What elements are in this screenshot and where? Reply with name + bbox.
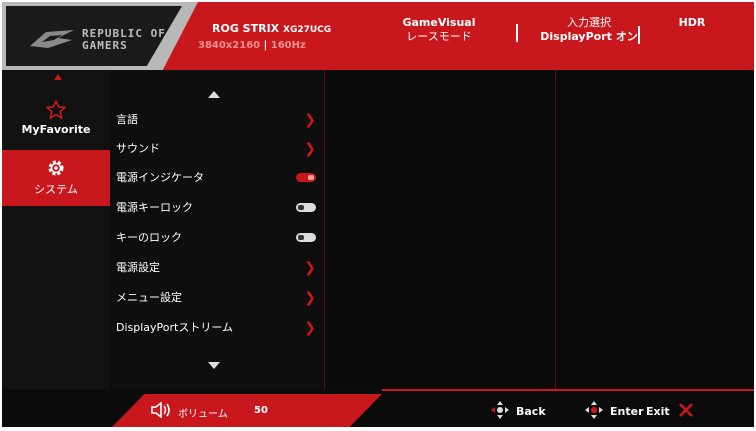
header-separator: [638, 26, 640, 44]
menu-item-power-key-lock[interactable]: 電源キーロック: [116, 194, 320, 222]
menu-item-label: サウンド: [116, 142, 160, 155]
refresh-rate: 160Hz: [270, 40, 306, 51]
menu-item-label: メニュー設定: [116, 291, 182, 304]
gamevisual-title: GameVisual: [402, 16, 476, 29]
menu-scroll-up-icon[interactable]: [208, 91, 220, 98]
menu-item-label: キーのロック: [116, 231, 182, 244]
volume-value: 50: [254, 405, 268, 416]
nav-item-myfavorite[interactable]: MyFavorite: [2, 96, 110, 152]
joystick-back-icon: [491, 401, 509, 419]
chevron-right-icon: ❯: [304, 290, 316, 306]
nav-item-label: MyFavorite: [21, 123, 91, 136]
enter-label[interactable]: Enter: [610, 405, 644, 418]
gear-icon: [48, 160, 64, 176]
monitor-osd: REPUBLIC OF GAMERS ROG STRIX XG27UCG 384…: [2, 2, 754, 427]
nav-item-label: システム: [34, 183, 78, 196]
exit-label[interactable]: Exit: [646, 405, 670, 418]
resolution: 3840x2160: [198, 40, 261, 51]
hdr-status: HDR: [678, 16, 706, 29]
menu-item-label: 電源インジケータ: [116, 171, 204, 184]
menu-item-power-settings[interactable]: 電源設定 ❯: [116, 254, 320, 282]
speaker-icon: [151, 402, 170, 418]
rog-logo: REPUBLIC OF GAMERS: [2, 2, 198, 70]
menu-item-label: DisplayPortストリーム: [116, 321, 234, 334]
volume-label: ボリューム: [178, 409, 228, 420]
chevron-right-icon: ❯: [304, 260, 316, 276]
submenu-panel-3: [555, 70, 754, 389]
close-icon[interactable]: [678, 402, 694, 418]
brand-line2: GAMERS: [82, 39, 128, 52]
nav-up-arrow-icon[interactable]: [54, 74, 62, 80]
gamevisual-value: レースモード: [406, 30, 472, 43]
key-lock-toggle[interactable]: [296, 233, 316, 242]
nav-item-system[interactable]: システム: [2, 150, 110, 206]
model-name: ROG STRIX: [212, 22, 280, 35]
chevron-right-icon: ❯: [304, 112, 316, 128]
menu-item-label: 電源キーロック: [116, 201, 193, 214]
menu-item-label: 電源設定: [116, 261, 160, 274]
menu-item-label: 言語: [116, 113, 138, 126]
menu-item-key-lock[interactable]: キーのロック: [116, 224, 320, 252]
menu-item-menu-settings[interactable]: メニュー設定 ❯: [116, 284, 320, 312]
chevron-right-icon: ❯: [304, 320, 316, 336]
system-submenu: 言語 ❯ サウンド ❯ 電源インジケータ 電源キーロック キーのロック 電源設定…: [112, 70, 322, 389]
back-label[interactable]: Back: [516, 405, 546, 418]
menu-item-sound[interactable]: サウンド ❯: [116, 135, 320, 163]
category-nav: MyFavorite システム: [2, 70, 110, 412]
menu-item-displayport-stream[interactable]: DisplayPortストリーム ❯: [116, 314, 320, 342]
header-bar: REPUBLIC OF GAMERS ROG STRIX XG27UCG 384…: [2, 2, 754, 70]
input-status: 入力選択 DisplayPort オン: [534, 16, 644, 44]
menu-item-language[interactable]: 言語 ❯: [116, 106, 320, 134]
star-icon: [44, 98, 68, 120]
power-indicator-toggle[interactable]: [296, 173, 316, 182]
menu-item-power-indicator[interactable]: 電源インジケータ: [116, 164, 320, 192]
joystick-enter-icon: [585, 401, 603, 419]
model-code: XG27UCG: [283, 25, 332, 35]
chevron-right-icon: ❯: [304, 141, 316, 157]
header-separator: [516, 24, 518, 42]
power-key-lock-toggle[interactable]: [296, 203, 316, 212]
footer-divider: [382, 389, 754, 391]
input-value: DisplayPort オン: [540, 30, 638, 43]
input-title: 入力選択: [567, 16, 611, 29]
menu-scroll-down-icon[interactable]: [208, 362, 220, 369]
rog-eye-icon: [30, 30, 74, 48]
gamevisual-status: GameVisual レースモード: [394, 16, 484, 44]
submenu-panel-2: [324, 70, 555, 389]
